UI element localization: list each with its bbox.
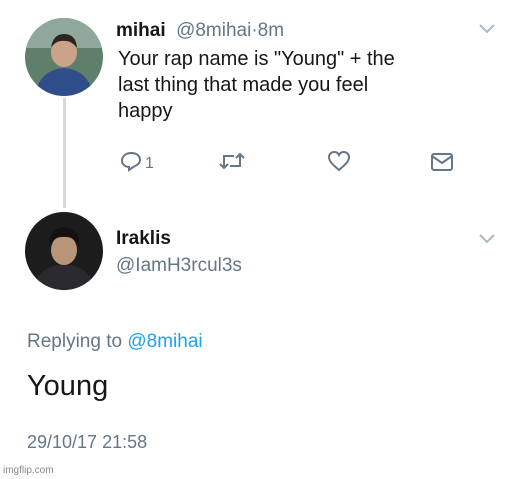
replying-to: Replying to @8mihai — [27, 331, 203, 353]
tweet2-timestamp[interactable]: 29/10/17 21:58 — [27, 432, 147, 453]
tweet1-author-handle[interactable]: @8mihai — [176, 20, 251, 41]
tweet1-header: mihai @8mihai·8m — [116, 20, 284, 42]
avatar-mihai[interactable] — [25, 18, 103, 96]
tweet1-body: Your rap name is "Young" + the last thin… — [118, 46, 478, 124]
chevron-down-icon[interactable] — [478, 232, 496, 250]
replying-to-label: Replying to — [27, 331, 123, 352]
tweet1-text-line1: Your rap name is "Young" + the — [118, 48, 395, 70]
direct-message-button[interactable] — [430, 152, 454, 177]
tweet2-body: Young — [27, 370, 109, 402]
tweet1-text-line3: happy — [118, 100, 173, 122]
like-icon — [327, 150, 351, 177]
tweet2-author-name[interactable]: Iraklis — [116, 228, 171, 250]
avatar-iraklis[interactable] — [25, 212, 103, 290]
reply-count: 1 — [145, 154, 154, 172]
imgflip-watermark: imgflip.com — [3, 465, 54, 476]
tweet1-time[interactable]: 8m — [258, 20, 284, 41]
replying-to-handle-link[interactable]: @8mihai — [127, 331, 202, 352]
tweet1-author-name[interactable]: mihai — [116, 20, 166, 41]
thread-connector-line — [63, 98, 66, 208]
like-button[interactable] — [327, 150, 351, 177]
chevron-down-icon[interactable] — [478, 22, 496, 40]
tweet2-author-handle[interactable]: @IamH3rcul3s — [116, 255, 242, 277]
message-icon — [430, 152, 454, 177]
retweet-button[interactable] — [218, 150, 246, 177]
reply-icon — [120, 150, 142, 177]
retweet-icon — [218, 150, 246, 177]
reply-button[interactable]: 1 — [120, 150, 154, 177]
tweet1-text-line2: last thing that made you feel — [118, 74, 369, 96]
